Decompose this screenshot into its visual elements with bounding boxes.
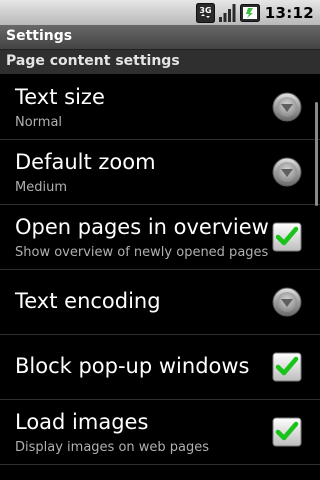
pref-title: Text encoding — [15, 289, 161, 313]
pref-title: Block pop-up windows — [15, 354, 250, 378]
title-bar: Settings — [0, 25, 320, 50]
section-title: Page content settings — [6, 53, 180, 69]
dropdown-arrow-icon[interactable] — [272, 287, 302, 317]
network-type-label: 3G — [199, 6, 211, 15]
3g-network-icon: 3G — [195, 2, 215, 23]
pref-summary: Show overview of newly opened pages — [15, 245, 269, 260]
dropdown-arrow-icon[interactable] — [272, 157, 302, 187]
pref-summary: Normal — [15, 115, 63, 130]
status-bar: 3G 13:12 — [0, 0, 320, 25]
pref-open-pages-in-overview[interactable]: Open pages in overview Show overview of … — [0, 205, 320, 270]
pref-block-popup-windows[interactable]: Block pop-up windows — [0, 335, 320, 400]
pref-title: Text size — [15, 85, 105, 109]
scrollbar[interactable] — [315, 102, 318, 206]
checkbox-checked-icon[interactable] — [272, 352, 302, 382]
checkbox-checked-icon[interactable] — [272, 222, 302, 252]
section-header: Page content settings — [0, 50, 320, 74]
pref-title: Default zoom — [15, 150, 156, 174]
pref-load-images[interactable]: Load images Display images on web pages — [0, 400, 320, 465]
checkbox-checked-icon[interactable] — [272, 417, 302, 447]
pref-summary: Display images on web pages — [15, 440, 210, 455]
dropdown-arrow-icon[interactable] — [272, 92, 302, 122]
pref-text-size[interactable]: Text size Normal — [0, 75, 320, 140]
pref-summary: Medium — [15, 180, 67, 195]
pref-title: Open pages in overview — [15, 215, 269, 239]
page-title: Settings — [6, 28, 73, 44]
signal-strength-icon — [218, 3, 236, 22]
settings-list[interactable]: Page content settings Text size Normal D… — [0, 50, 320, 480]
pref-title: Load images — [15, 410, 149, 434]
status-icons: 3G 13:12 — [195, 2, 314, 23]
status-clock: 13:12 — [264, 3, 314, 22]
battery-icon — [239, 3, 260, 22]
pref-default-zoom[interactable]: Default zoom Medium — [0, 140, 320, 205]
pref-text-encoding[interactable]: Text encoding — [0, 270, 320, 335]
